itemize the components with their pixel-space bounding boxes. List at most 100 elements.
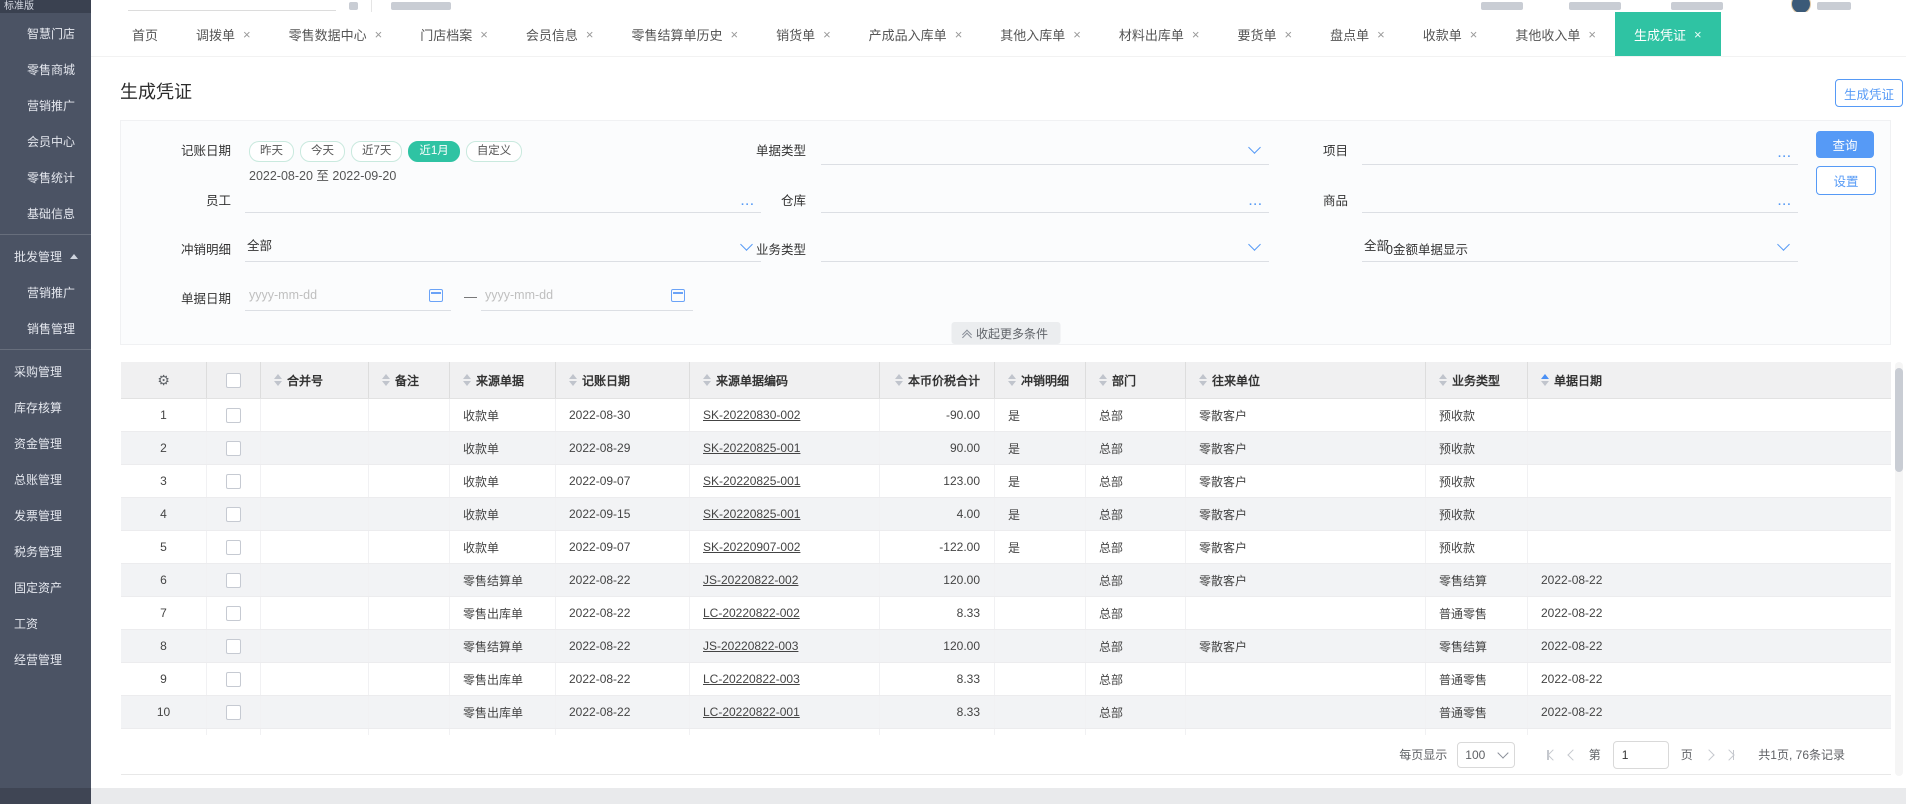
column-header-合并号[interactable]: 合并号 bbox=[261, 362, 369, 398]
source-doc-link[interactable]: LC-20220822-002 bbox=[703, 606, 800, 620]
tab-close-icon[interactable]: × bbox=[1073, 28, 1081, 41]
sidebar-item-零售统计[interactable]: 零售统计 bbox=[0, 159, 91, 195]
row-checkbox[interactable] bbox=[226, 473, 241, 489]
source-doc-link[interactable]: JS-20220822-002 bbox=[703, 573, 798, 587]
calendar-icon[interactable] bbox=[671, 289, 685, 302]
sort-icon[interactable] bbox=[703, 374, 711, 386]
source-doc-link[interactable]: LC-20220822-001 bbox=[703, 705, 800, 719]
quick-action-icon[interactable] bbox=[391, 2, 451, 10]
tab-盘点单[interactable]: 盘点单 × bbox=[1311, 12, 1404, 56]
sidebar-item-批发管理[interactable]: 批发管理 bbox=[0, 238, 91, 274]
row-checkbox[interactable] bbox=[226, 638, 241, 654]
column-header-本币价税合计[interactable]: 本币价税合计 bbox=[880, 362, 995, 398]
table-row[interactable]: 10 零售出库单 2022-08-22 LC-20220822-001 8.33 总部 普通… bbox=[121, 696, 1891, 729]
sidebar-item-总账管理[interactable]: 总账管理 bbox=[0, 461, 91, 497]
settings-button[interactable]: 设置 bbox=[1816, 166, 1876, 195]
table-row[interactable]: 6 零售结算单 2022-08-22 JS-20220822-002 120.00 总部零… bbox=[121, 564, 1891, 597]
goods-picker[interactable]: ··· bbox=[1362, 183, 1798, 213]
tab-close-icon[interactable]: × bbox=[586, 28, 594, 41]
tab-其他收入单[interactable]: 其他收入单 × bbox=[1496, 12, 1615, 56]
column-header-业务类型[interactable]: 业务类型 bbox=[1426, 362, 1528, 398]
tab-生成凭证[interactable]: 生成凭证 × bbox=[1614, 12, 1721, 56]
generate-voucher-button[interactable]: 生成凭证 bbox=[1835, 79, 1903, 107]
column-header-部门[interactable]: 部门 bbox=[1086, 362, 1186, 398]
avatar[interactable] bbox=[1791, 0, 1811, 12]
sidebar-item-营销推广[interactable]: 营销推广 bbox=[0, 274, 91, 310]
doc-date-start-input[interactable]: yyyy-mm-dd bbox=[245, 281, 451, 311]
sidebar-item-会员中心[interactable]: 会员中心 bbox=[0, 123, 91, 159]
sidebar-item-采购管理[interactable]: 采购管理 bbox=[0, 353, 91, 389]
page-number-input[interactable] bbox=[1612, 740, 1669, 769]
row-checkbox[interactable] bbox=[226, 572, 241, 588]
sidebar-item-工资[interactable]: 工资 bbox=[0, 605, 91, 641]
zero-amount-select[interactable]: 全部 bbox=[1362, 232, 1798, 262]
sort-icon[interactable] bbox=[1541, 374, 1549, 386]
project-picker[interactable]: ··· bbox=[1362, 135, 1798, 165]
doc-date-end-input[interactable]: yyyy-mm-dd bbox=[481, 281, 693, 311]
tab-close-icon[interactable]: × bbox=[1192, 28, 1200, 41]
tab-调拨单[interactable]: 调拨单 × bbox=[177, 12, 270, 56]
tab-材料出库单[interactable]: 材料出库单 × bbox=[1100, 12, 1219, 56]
select-all-checkbox[interactable] bbox=[226, 372, 241, 388]
source-doc-link[interactable]: LC-20220822-003 bbox=[703, 672, 800, 686]
table-row[interactable]: 3 收款单 2022-09-07 SK-20220825-001 123.00 是总部 零散… bbox=[121, 465, 1891, 498]
table-row[interactable]: 4 收款单 2022-09-15 SK-20220825-001 4.00 是总部 零散客户… bbox=[121, 498, 1891, 531]
sort-icon[interactable] bbox=[274, 374, 282, 386]
gear-icon[interactable]: ⚙ bbox=[157, 372, 170, 389]
source-doc-link[interactable]: SK-20220825-001 bbox=[703, 474, 800, 488]
last-page-icon[interactable] bbox=[1723, 748, 1735, 761]
sort-icon[interactable] bbox=[894, 374, 903, 386]
collapse-more-conditions[interactable]: 收起更多条件 bbox=[950, 322, 1061, 344]
global-search-input[interactable] bbox=[128, 10, 336, 11]
table-row[interactable]: 5 收款单 2022-09-07 SK-20220907-002 -122.00 是总部零… bbox=[121, 531, 1891, 564]
row-checkbox[interactable] bbox=[226, 506, 241, 522]
source-doc-link[interactable]: SK-20220825-001 bbox=[703, 441, 800, 455]
sidebar-item-库存核算[interactable]: 库存核算 bbox=[0, 389, 91, 425]
source-doc-link[interactable]: SK-20220830-002 bbox=[703, 408, 800, 422]
row-checkbox[interactable] bbox=[226, 704, 241, 720]
tab-close-icon[interactable]: × bbox=[480, 28, 488, 41]
tab-产成品入库单[interactable]: 产成品入库单 × bbox=[850, 12, 982, 56]
tab-零售结算单历史[interactable]: 零售结算单历史 × bbox=[612, 12, 757, 56]
sidebar-item-基础信息[interactable]: 基础信息 bbox=[0, 195, 91, 231]
sidebar-item-发票管理[interactable]: 发票管理 bbox=[0, 497, 91, 533]
date-quick-今天[interactable]: 今天 bbox=[300, 141, 345, 162]
tab-close-icon[interactable]: × bbox=[1285, 28, 1293, 41]
scrollbar-thumb[interactable] bbox=[1895, 368, 1903, 472]
sidebar-item-营销推广[interactable]: 营销推广 bbox=[0, 87, 91, 123]
link-icon[interactable] bbox=[349, 2, 358, 10]
tab-要货单[interactable]: 要货单 × bbox=[1219, 12, 1312, 56]
message-icon[interactable] bbox=[1481, 2, 1523, 10]
warehouse-picker[interactable]: ··· bbox=[821, 183, 1269, 213]
table-row[interactable]: 7 零售出库单 2022-08-22 LC-20220822-002 8.33 总部 普通零… bbox=[121, 597, 1891, 630]
tab-close-icon[interactable]: × bbox=[1377, 28, 1385, 41]
source-doc-link[interactable]: SK-20220825-001 bbox=[703, 507, 800, 521]
sidebar-item-销售管理[interactable]: 销售管理 bbox=[0, 310, 91, 346]
first-page-icon[interactable] bbox=[1547, 748, 1559, 761]
tab-收款单[interactable]: 收款单 × bbox=[1404, 12, 1497, 56]
writeoff-detail-select[interactable]: 全部 bbox=[245, 232, 761, 262]
tab-首页[interactable]: 首页 bbox=[113, 12, 177, 56]
date-quick-昨天[interactable]: 昨天 bbox=[249, 141, 294, 162]
column-header-备注[interactable]: 备注 bbox=[369, 362, 450, 398]
online-service-icon[interactable] bbox=[1671, 2, 1723, 10]
prev-page-icon[interactable] bbox=[1567, 748, 1579, 761]
query-button[interactable]: 查询 bbox=[1816, 131, 1874, 158]
tab-close-icon[interactable]: × bbox=[1694, 28, 1702, 41]
sort-icon[interactable] bbox=[1008, 374, 1016, 386]
tab-close-icon[interactable]: × bbox=[955, 28, 963, 41]
column-header-单据日期[interactable]: 单据日期 bbox=[1528, 362, 1891, 398]
sort-icon[interactable] bbox=[1099, 374, 1107, 386]
tab-其他入库单[interactable]: 其他入库单 × bbox=[981, 12, 1100, 56]
doc-type-select[interactable] bbox=[821, 135, 1269, 165]
tab-close-icon[interactable]: × bbox=[1470, 28, 1478, 41]
column-header-往来单位[interactable]: 往来单位 bbox=[1186, 362, 1426, 398]
column-header-冲销明细[interactable]: 冲销明细 bbox=[995, 362, 1086, 398]
tab-close-icon[interactable]: × bbox=[375, 28, 383, 41]
tab-close-icon[interactable]: × bbox=[1588, 28, 1596, 41]
sort-icon[interactable] bbox=[1439, 374, 1447, 386]
tab-会员信息[interactable]: 会员信息 × bbox=[507, 12, 613, 56]
date-quick-近1月[interactable]: 近1月 bbox=[408, 141, 460, 162]
tab-close-icon[interactable]: × bbox=[730, 28, 738, 41]
calendar-icon[interactable] bbox=[429, 289, 443, 302]
